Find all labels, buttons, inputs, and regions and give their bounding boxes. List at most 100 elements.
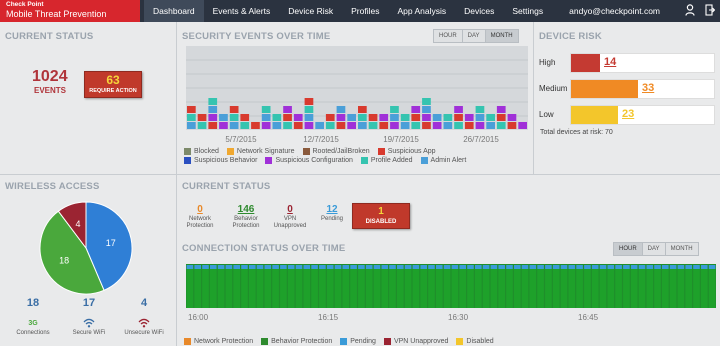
connection-bar xyxy=(373,269,381,308)
status-item[interactable]: 0 Network Protection xyxy=(178,204,222,230)
device-risk-title: DEVICE RISK xyxy=(539,31,602,42)
connection-bar xyxy=(202,269,209,308)
month-button[interactable]: MONTH xyxy=(666,243,698,255)
divider xyxy=(533,22,534,174)
connection-bar-pending xyxy=(428,265,435,269)
status-item[interactable]: 0 VPN Unapproved xyxy=(268,204,312,230)
status-item[interactable]: 146 Behavior Protection xyxy=(224,204,268,230)
event-bar-segment xyxy=(219,122,228,129)
connection-bar xyxy=(428,269,435,308)
tab-app-analysis[interactable]: App Analysis xyxy=(388,0,455,22)
tab-devices[interactable]: Devices xyxy=(455,0,503,22)
connection-bar xyxy=(654,269,661,308)
hour-button[interactable]: HOUR xyxy=(434,30,463,42)
legend-item[interactable]: Blocked xyxy=(184,147,219,156)
tab-events-alerts[interactable]: Events & Alerts xyxy=(204,0,280,22)
event-bar-segment xyxy=(293,114,303,121)
risk-value[interactable]: 23 xyxy=(622,108,634,120)
connection-bar xyxy=(272,269,279,308)
wireless-stat[interactable]: 18 3G Connections xyxy=(5,296,61,346)
risk-label: Low xyxy=(539,110,554,119)
risk-row[interactable]: Medium 33 xyxy=(536,78,716,100)
event-bar-segment xyxy=(358,114,367,121)
risk-value[interactable]: 33 xyxy=(642,82,654,94)
risk-bar-fill xyxy=(571,80,639,98)
connection-bar-pending xyxy=(623,265,630,269)
connection-bar xyxy=(623,269,630,308)
pie-label: 18 xyxy=(59,256,69,266)
connection-bar xyxy=(552,269,560,308)
legend-item[interactable]: Network Signature xyxy=(226,147,295,156)
legend-item[interactable]: Suspicious App xyxy=(377,147,436,156)
event-bar-segment xyxy=(422,106,431,113)
legend-item[interactable]: Suspicious Configuration xyxy=(265,156,353,165)
legend-item[interactable]: Suspicious Behavior xyxy=(184,156,257,165)
connection-bar-pending xyxy=(334,265,342,269)
connection-bar-pending xyxy=(568,265,576,269)
connection-bar-pending xyxy=(685,265,692,269)
legend-item[interactable]: Profile Added xyxy=(360,156,413,165)
legend-swatch xyxy=(383,338,391,345)
risk-row[interactable]: Low 23 xyxy=(536,104,716,126)
connection-bar-pending xyxy=(256,265,264,269)
legend-item[interactable]: Rooted/JailBroken xyxy=(302,147,370,156)
connection-bar-pending xyxy=(194,265,201,269)
event-bar-segment xyxy=(432,114,442,121)
event-bar-segment xyxy=(496,122,506,129)
connection-bar-pending xyxy=(233,265,240,269)
connection-bar xyxy=(701,269,708,308)
hour-button[interactable]: HOUR xyxy=(614,243,643,255)
event-bar-segment xyxy=(358,122,367,129)
wireless-stat[interactable]: 17 Secure WiFi xyxy=(61,296,117,346)
month-button[interactable]: MONTH xyxy=(485,30,518,42)
events-label: EVENTS xyxy=(34,86,67,95)
status-item[interactable]: 12 Pending xyxy=(310,204,354,223)
connection-bar-pending xyxy=(708,265,716,269)
wireless-stat[interactable]: 4 Unsecure WiFi xyxy=(116,296,172,346)
event-bar-segment xyxy=(507,114,517,121)
tab-settings[interactable]: Settings xyxy=(503,0,552,22)
legend-item[interactable]: Admin Alert xyxy=(420,156,466,165)
connection-bar-pending xyxy=(358,265,365,269)
event-bar-segment xyxy=(187,122,196,129)
risk-value[interactable]: 14 xyxy=(604,56,616,68)
user-email[interactable]: andyo@checkpoint.com xyxy=(569,0,660,22)
legend-label: Profile Added xyxy=(370,157,413,164)
connection-bar xyxy=(708,269,716,308)
event-bar-segment xyxy=(411,114,421,121)
legend-swatch xyxy=(265,157,273,164)
legend-item[interactable]: VPN Unapproved xyxy=(383,337,448,346)
day-button[interactable]: DAY xyxy=(463,30,486,42)
event-bar-segment xyxy=(251,122,260,129)
legend-item[interactable]: Disabled xyxy=(456,337,494,346)
brand-logo[interactable]: Check Point Mobile Threat Prevention xyxy=(0,0,140,22)
legend-item[interactable]: Behavior Protection xyxy=(261,337,332,346)
connection-bar-pending xyxy=(412,265,420,269)
connection-bar-pending xyxy=(552,265,560,269)
connection-bar-pending xyxy=(677,265,685,269)
events-count[interactable]: 1024 xyxy=(32,68,68,86)
connection-bar xyxy=(358,269,365,308)
connection-bar xyxy=(225,269,233,308)
user-icon[interactable] xyxy=(684,4,696,18)
tab-dashboard[interactable]: Dashboard xyxy=(144,0,204,22)
connection-bar xyxy=(467,269,474,308)
legend-item[interactable]: Network Protection xyxy=(184,337,253,346)
connection-bar xyxy=(584,269,591,308)
connection-bar xyxy=(669,269,677,308)
tab-device-risk[interactable]: Device Risk xyxy=(279,0,342,22)
logout-icon[interactable] xyxy=(704,4,716,18)
connection-bar xyxy=(607,269,615,308)
tab-profiles[interactable]: Profiles xyxy=(342,0,388,22)
connection-bar-pending xyxy=(365,265,373,269)
legend-item[interactable]: Pending xyxy=(340,337,376,346)
risk-row[interactable]: High 14 xyxy=(536,52,716,74)
require-action-badge[interactable]: 63 REQUIRE ACTION xyxy=(84,71,142,98)
connection-bar-pending xyxy=(280,265,287,269)
disabled-badge[interactable]: 1 DISABLED xyxy=(352,203,410,229)
wireless-stat-value: 4 xyxy=(140,297,148,309)
connection-bar xyxy=(365,269,373,308)
day-button[interactable]: DAY xyxy=(643,243,666,255)
event-bar-segment xyxy=(261,114,271,121)
connection-bar xyxy=(287,269,295,308)
